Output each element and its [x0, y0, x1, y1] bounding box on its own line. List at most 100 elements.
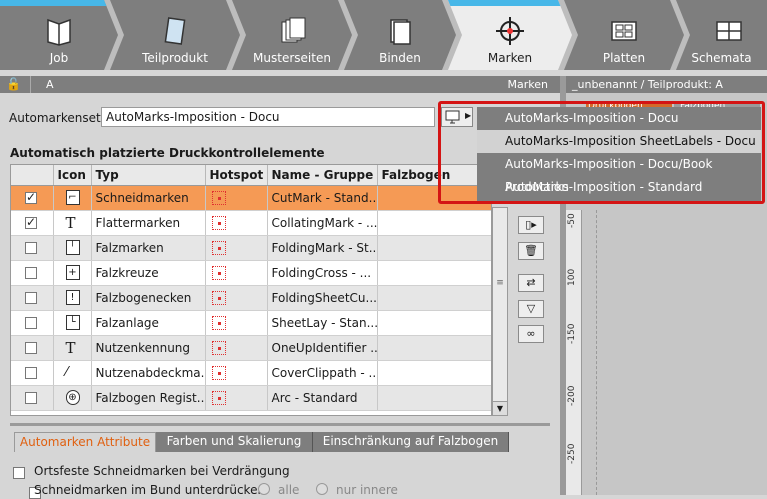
text-t-icon: T — [53, 210, 92, 236]
ruler-label: -200 — [567, 385, 577, 406]
row-falzbogen — [377, 210, 491, 236]
row-name: FoldingSheetCu... — [267, 285, 378, 311]
schemes-icon — [712, 14, 746, 48]
row-name: FoldingMark - St... — [267, 235, 378, 261]
tab-automarken-attribute[interactable]: Automarken Attribute — [14, 432, 156, 452]
row-checkbox[interactable] — [25, 342, 37, 354]
automarkenset-select[interactable]: AutoMarks-Imposition - Docu — [101, 107, 435, 127]
sheet-preview[interactable] — [596, 210, 767, 495]
tab-einschraenkung[interactable]: Einschränkung auf Falzbogen — [313, 432, 509, 452]
panel-header-left: A — [46, 78, 54, 91]
row-checkbox[interactable] — [25, 292, 37, 304]
table-row[interactable]: ⁄ Nutzenabdeckma... CoverClippath - ... — [11, 360, 491, 386]
table-row[interactable]: └ Falzanlage SheetLay - Stan... — [11, 310, 491, 336]
col-header-typ[interactable]: Typ — [91, 165, 206, 186]
row-typ: Falzbogenecken — [91, 285, 206, 311]
row-falzbogen — [377, 335, 491, 361]
row-typ: Falzbogen Regist... — [91, 385, 206, 411]
row-falzbogen — [377, 260, 491, 286]
step-marken[interactable]: Marken — [448, 0, 572, 70]
scroll-down-icon[interactable]: ▼ — [493, 401, 507, 415]
table-scrollbar[interactable]: ≡ ▼ — [492, 207, 508, 416]
col-header-icon[interactable]: Icon — [53, 165, 92, 186]
row-typ: Nutzenkennung — [91, 335, 206, 361]
table-row[interactable]: T Nutzenkennung OneUpIdentifier ... — [11, 335, 491, 361]
plates-icon — [607, 14, 641, 48]
workflow-bar: Job Teilprodukt Musterseiten Binden Mark… — [0, 0, 767, 70]
radio-alle[interactable] — [258, 483, 270, 495]
row-falzbogen — [377, 360, 491, 386]
marks-table: Icon Typ Hotspot Name - Gruppe Falzbogen… — [10, 164, 492, 416]
sheet-corner-icon: ! — [65, 290, 80, 305]
edit-mark-button[interactable]: ▯▸ — [518, 216, 544, 234]
trash-icon: 🗑 — [524, 244, 538, 257]
swap-button[interactable]: ⇄ — [518, 274, 544, 292]
fold-mark-icon: ╵ — [65, 240, 80, 255]
divider — [30, 76, 31, 93]
tab-farben-skalierung[interactable]: Farben und Skalierung — [156, 432, 313, 452]
ruler-label: -250 — [567, 443, 577, 464]
row-typ: Flattermarken — [91, 210, 206, 236]
radio-nur-innere[interactable] — [316, 483, 328, 495]
table-row[interactable]: ╵ Falzmarken FoldingMark - St... — [11, 235, 491, 261]
swap-icon: ⇄ — [526, 276, 536, 289]
step-job[interactable]: Job — [0, 0, 118, 70]
cut-mark-icon: ⌐ — [65, 190, 80, 205]
book-icon — [42, 14, 76, 48]
delete-mark-button[interactable]: 🗑 — [518, 242, 544, 260]
step-binden[interactable]: Binden — [344, 0, 456, 70]
lock-icon[interactable]: 🔓 — [6, 77, 21, 91]
option-checkbox[interactable] — [13, 466, 25, 479]
row-name: SheetLay - Stan... — [267, 310, 378, 336]
filter-button[interactable]: ▽ — [518, 300, 544, 318]
wand-icon: ⁄ — [53, 360, 92, 386]
row-typ: Falzkreuze — [91, 260, 206, 286]
row-checkbox[interactable] — [25, 267, 37, 279]
row-typ: Nutzenabdeckma... — [91, 360, 206, 386]
table-row[interactable]: ⌐ Schneidmarken CutMark - Stand... — [11, 185, 491, 211]
row-name: Arc - Standard — [267, 385, 378, 411]
col-header-hotspot[interactable]: Hotspot — [205, 165, 268, 186]
table-row[interactable]: ⊕ Falzbogen Regist... Arc - Standard — [11, 385, 491, 411]
row-falzbogen — [377, 385, 491, 411]
row-checkbox[interactable] — [25, 367, 37, 379]
hotspot-icon — [211, 315, 226, 330]
ruler-label: -50 — [567, 213, 577, 228]
row-checkbox[interactable] — [25, 317, 37, 329]
row-typ: Schneidmarken — [91, 185, 206, 211]
row-name: CoverClippath - ... — [267, 360, 378, 386]
sheet-lay-icon: └ — [65, 315, 80, 330]
highlight-frame — [438, 101, 765, 204]
step-schemata[interactable]: Schemata — [676, 0, 767, 70]
automarkenset-label: Automarkenset: — [9, 111, 105, 125]
row-falzbogen — [377, 310, 491, 336]
row-checkbox[interactable] — [25, 392, 37, 404]
table-row[interactable]: T Flattermarken CollatingMark - ... — [11, 210, 491, 236]
scroll-grip-icon[interactable]: ≡ — [494, 278, 506, 298]
hotspot-icon — [211, 390, 226, 405]
vertical-ruler: -50 100 -150 -200 -250 — [566, 210, 582, 495]
step-teilprodukt[interactable]: Teilprodukt — [110, 0, 240, 70]
col-header-name[interactable]: Name - Gruppe — [267, 165, 378, 186]
step-label: Teilprodukt — [142, 51, 208, 65]
preview-header-title: _unbenannt / Teilprodukt: A — [572, 78, 723, 91]
step-label: Marken — [487, 51, 533, 65]
hotspot-icon — [211, 240, 226, 255]
registration-mark-icon — [493, 14, 527, 48]
row-checkbox[interactable] — [25, 215, 37, 229]
col-header-check[interactable] — [11, 165, 54, 186]
preview-header: _unbenannt / Teilprodukt: A — [566, 76, 767, 93]
ruler-label: -150 — [567, 323, 577, 344]
table-row[interactable]: ! Falzbogenecken FoldingSheetCu... — [11, 285, 491, 311]
step-musterseiten[interactable]: Musterseiten — [232, 0, 352, 70]
link-button[interactable]: ∞ — [518, 325, 544, 343]
step-label: Platten — [602, 51, 646, 65]
row-typ: Falzmarken — [91, 235, 206, 261]
hotspot-icon — [211, 290, 226, 305]
row-checkbox[interactable] — [25, 190, 37, 204]
step-platten[interactable]: Platten — [564, 0, 684, 70]
hotspot-icon — [211, 265, 226, 280]
step-label: Musterseiten — [253, 51, 331, 65]
table-row[interactable]: + Falzkreuze FoldingCross - ... — [11, 260, 491, 286]
row-checkbox[interactable] — [25, 242, 37, 254]
